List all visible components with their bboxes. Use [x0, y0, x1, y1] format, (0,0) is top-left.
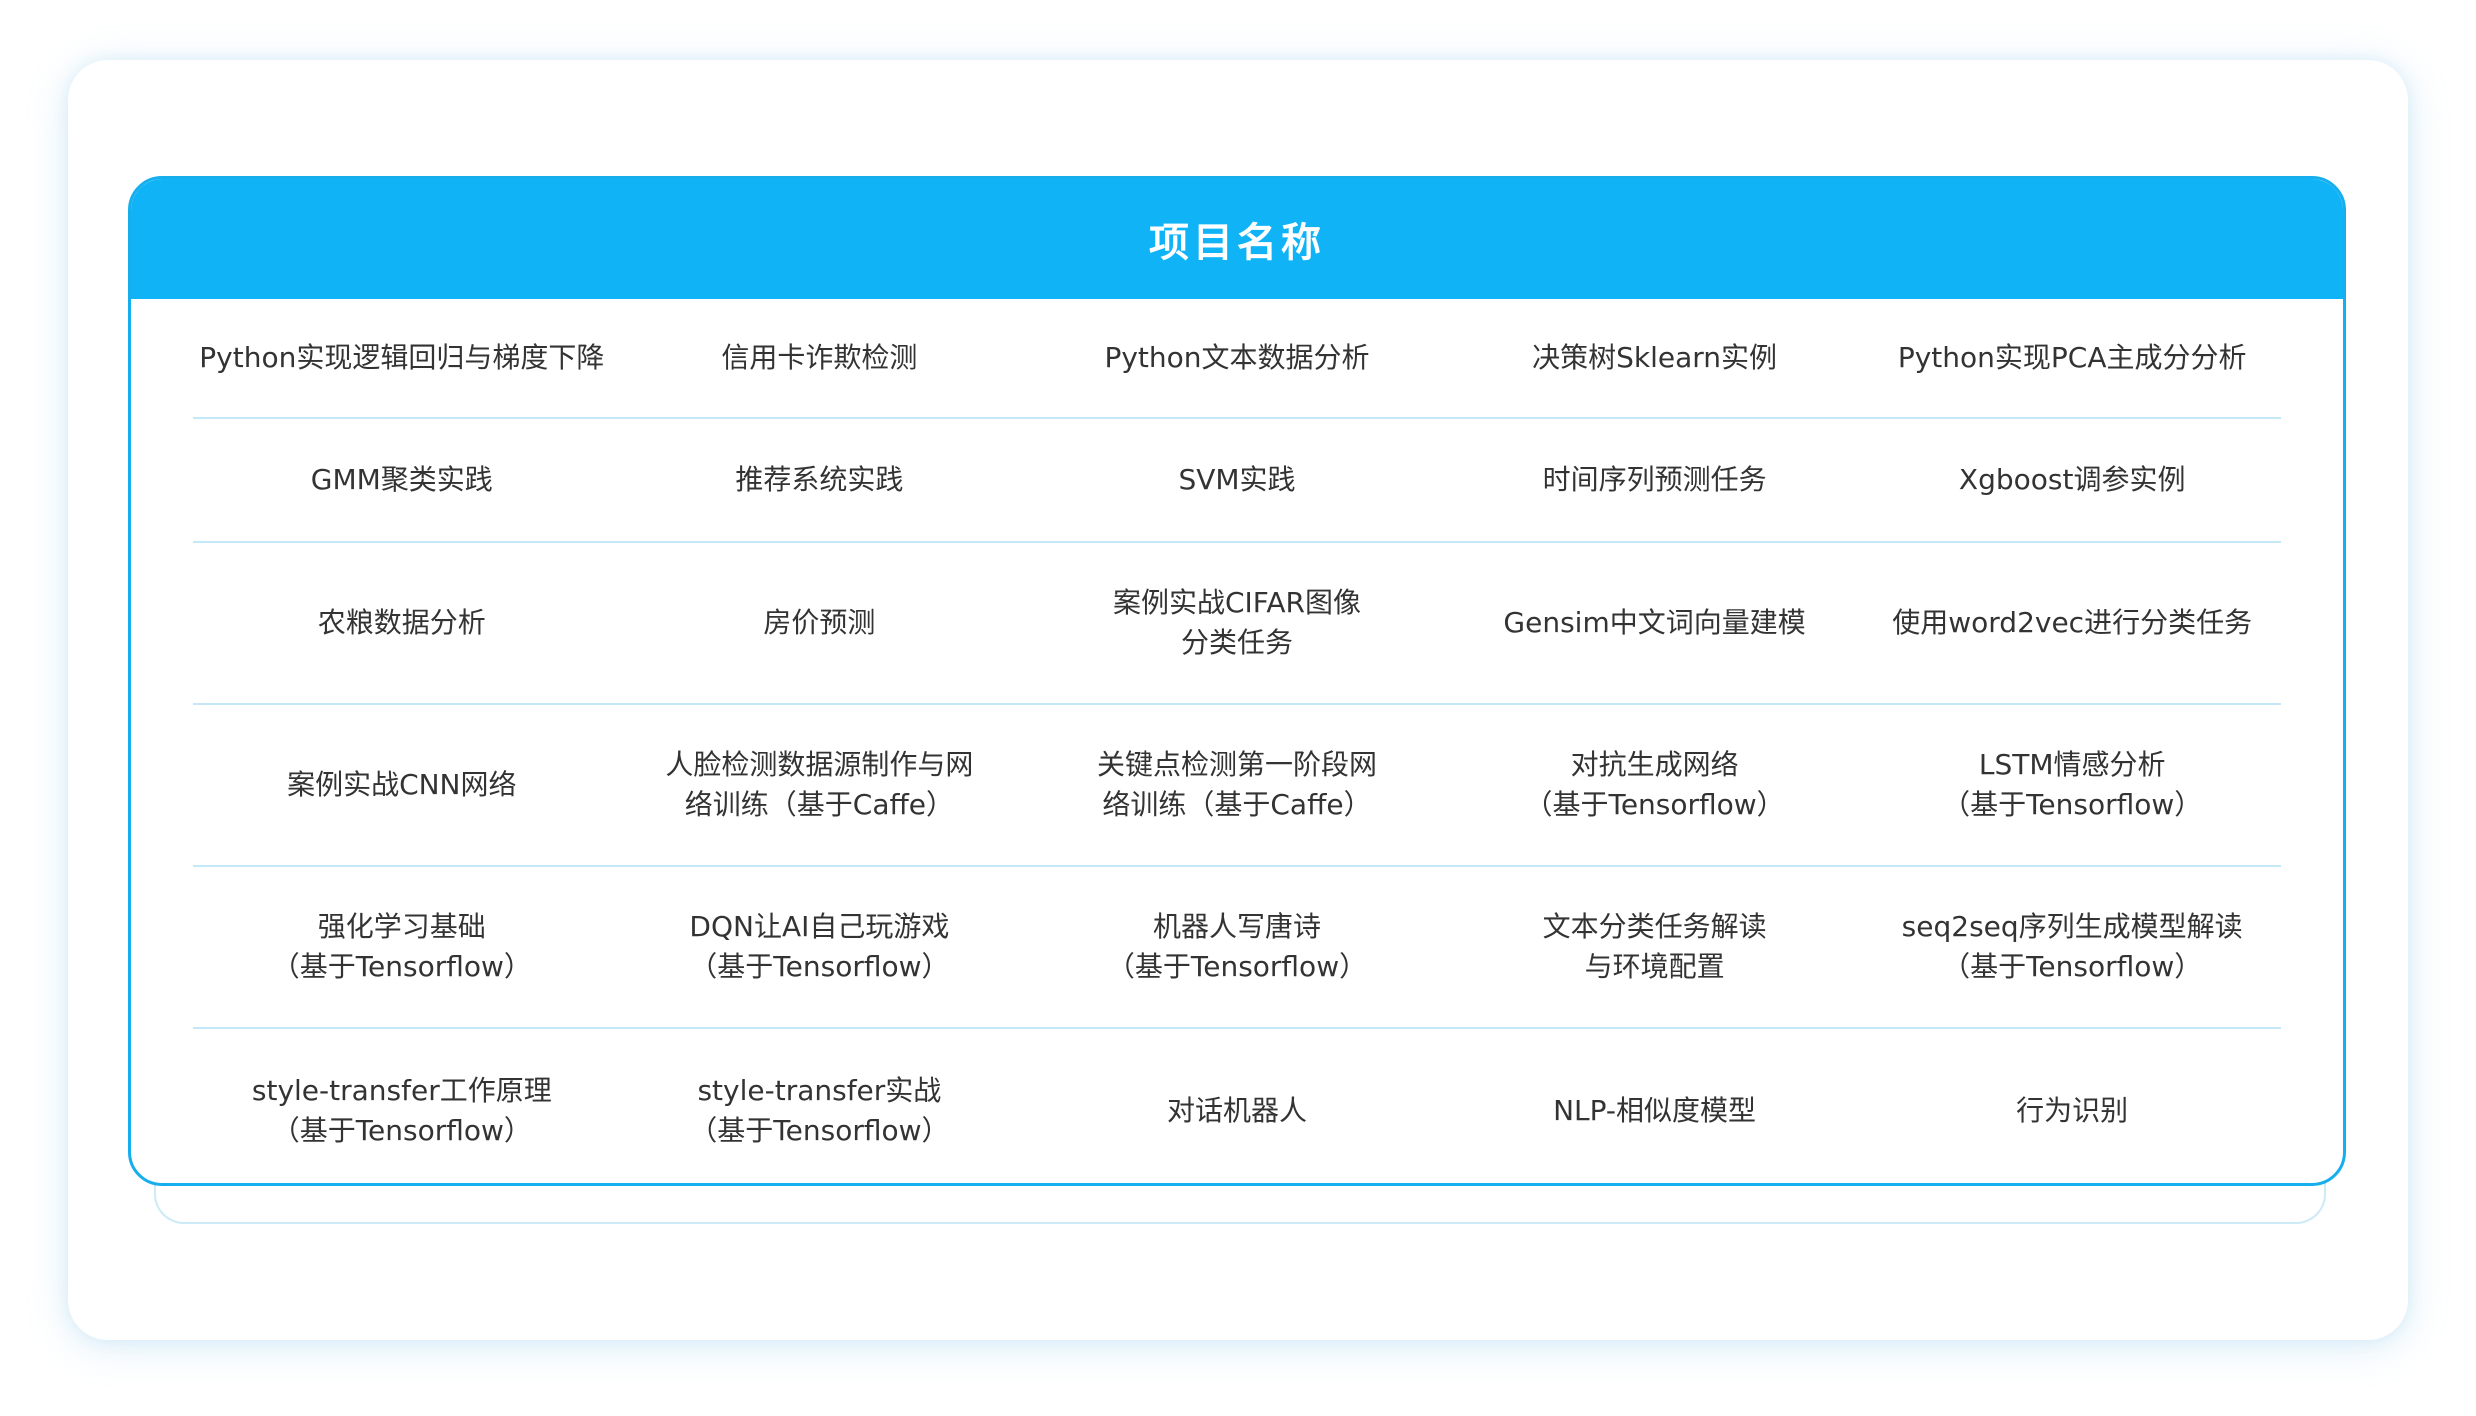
- table-cell: 关键点检测第一阶段网 络训练（基于Caffe）: [1096, 748, 1377, 821]
- table-title: 项目名称: [1149, 220, 1325, 266]
- table-cell: 对话机器人: [1166, 1094, 1307, 1127]
- table-header: 项目名称: [131, 179, 2343, 299]
- table-cell: 推荐系统实践: [735, 463, 904, 496]
- table-cell: style-transfer工作原理 （基于Tensorflow）: [251, 1074, 552, 1147]
- table-row: Python实现逻辑回归与梯度下降 信用卡诈欺检测 Python文本数据分析 决…: [193, 299, 2281, 419]
- table-cell: 行为识别: [2016, 1094, 2129, 1127]
- table-row: GMM聚类实践 推荐系统实践 SVM实践 时间序列预测任务 Xgboost调参实…: [193, 419, 2281, 543]
- table-cell: 农粮数据分析: [317, 606, 486, 639]
- table-cell: 人脸检测数据源制作与网 络训练（基于Caffe）: [665, 748, 974, 821]
- table-cell: 决策树Sklearn实例: [1532, 341, 1778, 374]
- project-table: 项目名称 Python实现逻辑回归与梯度下降 信用卡诈欺检测 Python文本数…: [128, 176, 2346, 1186]
- table-row: 强化学习基础 （基于Tensorflow） DQN让AI自己玩游戏 （基于Ten…: [193, 867, 2281, 1029]
- table-cell: GMM聚类实践: [310, 463, 493, 496]
- table-cell: SVM实践: [1178, 463, 1296, 496]
- table-cell: 文本分类任务解读 与环境配置: [1542, 910, 1767, 983]
- table-cell: LSTM情感分析 （基于Tensorflow）: [1942, 748, 2203, 821]
- table-cell: 信用卡诈欺检测: [721, 341, 918, 374]
- table-cell: 使用word2vec进行分类任务: [1892, 606, 2253, 639]
- table-cell: Python实现PCA主成分分析: [1897, 341, 2247, 374]
- table-cell: Python实现逻辑回归与梯度下降: [199, 341, 605, 374]
- table-cell: 案例实战CNN网络: [287, 768, 517, 801]
- table-cell: Xgboost调参实例: [1958, 463, 2186, 496]
- table-cell: 房价预测: [763, 606, 876, 639]
- table-row: 案例实战CNN网络 人脸检测数据源制作与网 络训练（基于Caffe） 关键点检测…: [193, 705, 2281, 867]
- table-cell: style-transfer实战 （基于Tensorflow）: [689, 1074, 950, 1147]
- table-row: style-transfer工作原理 （基于Tensorflow） style-…: [193, 1029, 2281, 1183]
- table-cell: 案例实战CIFAR图像 分类任务: [1113, 586, 1361, 659]
- table-body: Python实现逻辑回归与梯度下降 信用卡诈欺检测 Python文本数据分析 决…: [131, 299, 2343, 1183]
- table-cell: 机器人写唐诗 （基于Tensorflow）: [1106, 910, 1368, 983]
- table-cell: 强化学习基础 （基于Tensorflow）: [271, 910, 532, 983]
- table-cell: seq2seq序列生成模型解读 （基于Tensorflow）: [1901, 910, 2243, 983]
- table-row: 农粮数据分析 房价预测 案例实战CIFAR图像 分类任务 Gensim中文词向量…: [193, 543, 2281, 705]
- table-cell: Gensim中文词向量建模: [1503, 606, 1806, 639]
- table-cell: Python文本数据分析: [1104, 341, 1370, 374]
- table-cell: DQN让AI自己玩游戏 （基于Tensorflow）: [689, 910, 950, 983]
- table-cell: NLP-相似度模型: [1553, 1094, 1757, 1127]
- page: 项目名称 Python实现逻辑回归与梯度下降 信用卡诈欺检测 Python文本数…: [0, 0, 2476, 1416]
- table-cell: 时间序列预测任务: [1542, 463, 1767, 496]
- table-cell: 对抗生成网络 （基于Tensorflow）: [1524, 748, 1785, 821]
